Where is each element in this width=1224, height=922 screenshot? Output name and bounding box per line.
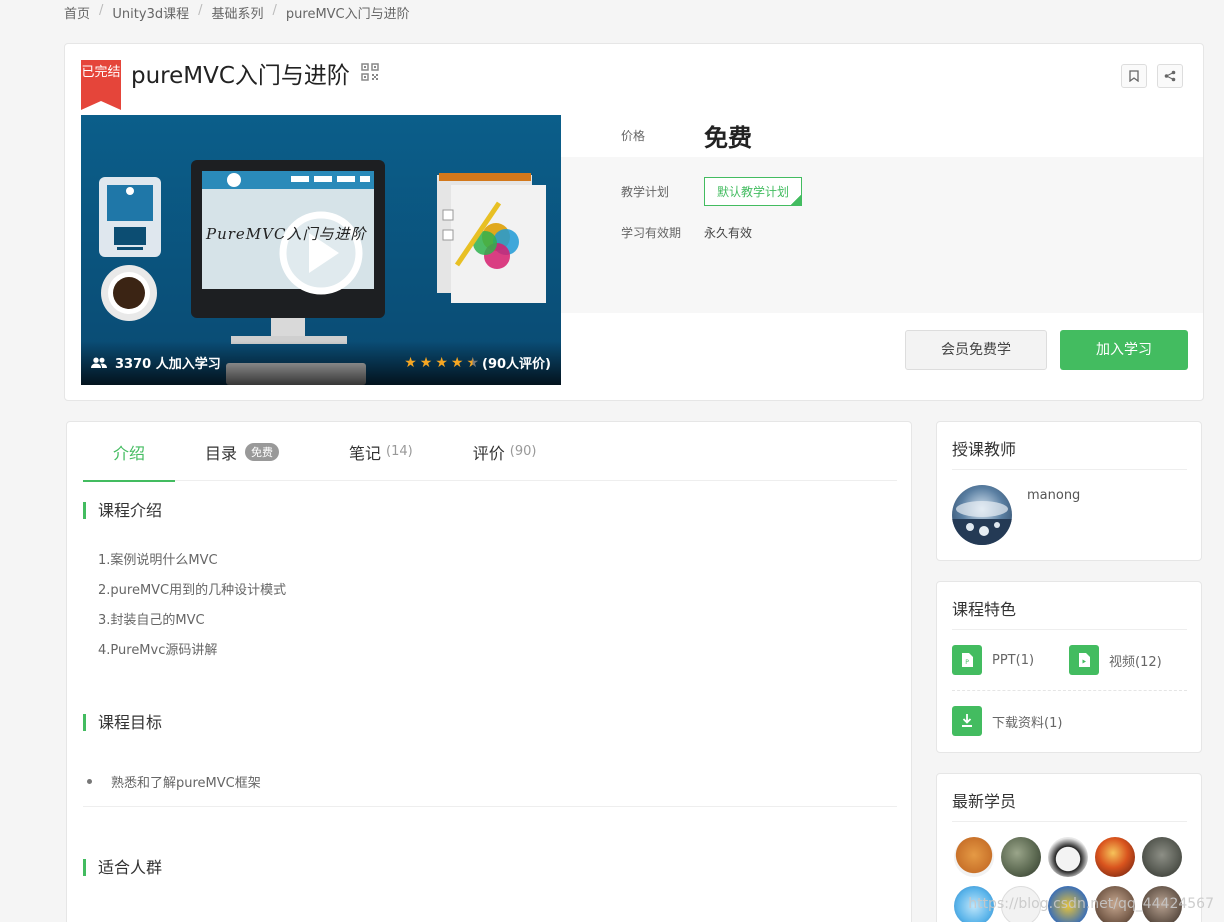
star-icon: ★: [404, 354, 417, 371]
join-course-button[interactable]: 加入学习: [1060, 330, 1188, 370]
rating-text: (90人评价): [482, 357, 551, 372]
share-icon: [1164, 70, 1176, 82]
divider: [952, 469, 1187, 470]
feature-ppt: P PPT(1): [952, 645, 1034, 675]
student-avatar[interactable]: [1142, 837, 1182, 877]
plan-box: 教学计划 默认教学计划 学习有效期 永久有效: [561, 157, 1203, 313]
bookmark-button[interactable]: [1121, 64, 1147, 88]
download-icon: [952, 706, 982, 736]
student-avatar[interactable]: [1095, 837, 1135, 877]
latest-students-title: 最新学员: [952, 792, 1017, 811]
student-avatar[interactable]: [1048, 837, 1088, 877]
tab-notes-label: 笔记: [349, 443, 382, 463]
star-icon: ★: [419, 354, 433, 371]
tab-bar: 介绍 目录 免费 笔记 (14) 评价 (90): [83, 422, 897, 482]
plan-label: 教学计划: [621, 185, 670, 199]
breadcrumb-category[interactable]: Unity3d课程: [112, 3, 189, 22]
tab-catalog-label: 目录: [205, 443, 238, 463]
validity-row: 学习有效期 永久有效: [621, 224, 752, 241]
teacher-avatar[interactable]: [952, 485, 1012, 545]
student-count: 3370 人加入学习: [91, 353, 221, 372]
reviews-count: (90): [509, 444, 537, 459]
course-title: pureMVC入门与进阶: [131, 63, 350, 89]
section-title-intro: 课程介绍: [83, 502, 162, 519]
tab-reviews[interactable]: 评价 (90): [443, 422, 567, 481]
plan-row: 教学计划 默认教学计划: [621, 177, 803, 206]
breadcrumb-separator: /: [198, 3, 203, 18]
breadcrumb-current: pureMVC入门与进阶: [285, 7, 410, 22]
tab-intro[interactable]: 介绍: [83, 422, 176, 482]
plan-option-button[interactable]: 默认教学计划: [704, 177, 803, 206]
qrcode-icon[interactable]: [361, 63, 379, 81]
tab-reviews-label: 评价: [472, 443, 505, 463]
feature-video-label: 视频(12): [1109, 654, 1162, 670]
course-detail-panel: 介绍 目录 免费 笔记 (14) 评价 (90) 课程介绍 1.案例说明什么MV…: [66, 421, 912, 922]
student-avatar[interactable]: [1001, 837, 1041, 877]
notes-count: (14): [386, 444, 413, 459]
course-cover-video[interactable]: PureMVC入门与进阶 3370 人加入学习 ★ ★ ★ ★ ★ (90人评价…: [81, 115, 561, 385]
avatar-image: [952, 501, 1012, 545]
plan-option-label: 默认教学计划: [717, 185, 790, 199]
half-star-icon: ★: [466, 354, 480, 371]
price-label: 价格: [621, 128, 646, 143]
course-header: 已完结 pureMVC入门与进阶 PureMVC入门与进阶 3370 人加入学习…: [64, 43, 1204, 401]
divider: [83, 806, 897, 807]
bookmark-icon: [1129, 70, 1139, 82]
ppt-file-icon: P: [952, 645, 982, 675]
teacher-card: 授课教师 manong: [936, 421, 1202, 561]
breadcrumb: 首页 / Unity3d课程 / 基础系列 / pureMVC入门与进阶: [64, 3, 410, 22]
svg-text:P: P: [965, 659, 969, 666]
breadcrumb-series[interactable]: 基础系列: [211, 3, 263, 22]
student-count-text: 3370 人加入学习: [115, 357, 221, 372]
status-badge: 已完结: [81, 60, 121, 110]
teacher-name[interactable]: manong: [1027, 488, 1080, 503]
share-button[interactable]: [1157, 64, 1183, 88]
divider: [952, 821, 1187, 822]
validity-value: 永久有效: [704, 226, 753, 240]
checkmark-icon: [790, 194, 803, 206]
feature-download-label: 下载资料(1): [992, 715, 1063, 731]
tab-intro-label: 介绍: [113, 443, 146, 463]
tab-notes[interactable]: 笔记 (14): [319, 422, 443, 481]
feature-download: 下载资料(1): [952, 706, 1062, 736]
cover-caption: PureMVC入门与进阶: [206, 225, 367, 243]
tab-catalog[interactable]: 目录 免费: [175, 422, 309, 481]
free-badge: 免费: [245, 442, 280, 461]
breadcrumb-home[interactable]: 首页: [64, 3, 90, 22]
rating: ★ ★ ★ ★ ★ (90人评价): [404, 353, 551, 373]
watermark-text: https://blog.csdn.net/qq_44424567: [968, 896, 1214, 912]
member-free-button[interactable]: 会员免费学: [905, 330, 1047, 370]
breadcrumb-separator: /: [272, 3, 277, 18]
features-title: 课程特色: [952, 600, 1017, 619]
intro-line: 1.案例说明什么MVC: [98, 553, 218, 568]
price-value: 免费: [704, 123, 752, 152]
feature-video: 视频(12): [1069, 645, 1162, 675]
star-icon: ★: [450, 354, 464, 371]
course-features-card: 课程特色 P PPT(1) 视频(12) 下载资料(1): [936, 581, 1202, 753]
student-avatar[interactable]: [954, 837, 994, 877]
feature-ppt-label: PPT(1): [992, 652, 1035, 668]
intro-line: 3.封装自己的MVC: [98, 613, 205, 628]
divider: [952, 629, 1187, 630]
users-icon: [91, 357, 107, 368]
bullet-icon: [87, 779, 92, 784]
goal-text: 熟悉和了解pureMVC框架: [111, 776, 261, 791]
validity-label: 学习有效期: [621, 226, 682, 240]
divider: [952, 690, 1187, 691]
breadcrumb-separator: /: [99, 3, 104, 18]
star-icon: ★: [435, 354, 448, 371]
intro-line: 2.pureMVC用到的几种设计模式: [98, 583, 287, 598]
section-title-audience: 适合人群: [83, 859, 162, 876]
section-title-goals: 课程目标: [83, 714, 162, 731]
video-file-icon: [1069, 645, 1099, 675]
price-row: 价格 免费: [621, 115, 752, 155]
teacher-card-title: 授课教师: [952, 440, 1017, 459]
intro-line: 4.PureMvc源码讲解: [98, 643, 218, 658]
goal-item: 熟悉和了解pureMVC框架: [87, 772, 261, 791]
